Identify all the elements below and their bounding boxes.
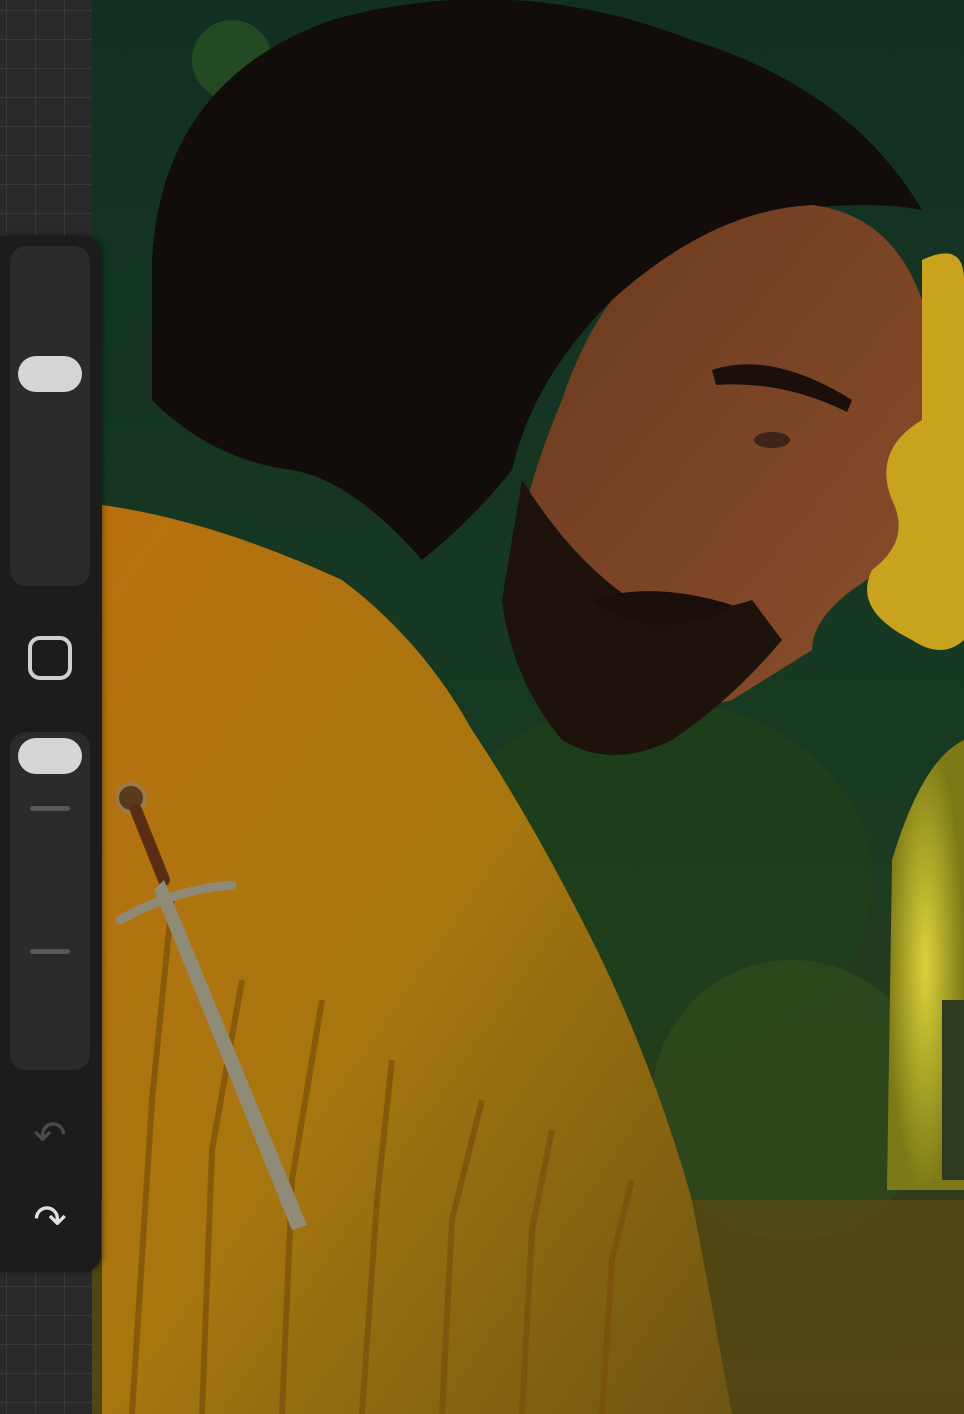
undo-button[interactable]: ↶ (22, 1112, 78, 1160)
redo-button[interactable]: ↷ (22, 1196, 78, 1244)
opacity-slider-thumb[interactable] (18, 738, 82, 774)
modify-button[interactable]: square-outline-icon (28, 636, 72, 680)
artwork-canvas[interactable] (92, 0, 964, 1414)
undo-icon: ↶ (33, 1114, 67, 1158)
square-outline-icon: square-outline-icon (32, 640, 33, 641)
tool-sidebar: square-outline-icon ↶ ↷ (0, 236, 101, 1272)
brush-size-slider-thumb[interactable] (18, 356, 82, 392)
opacity-slider[interactable] (10, 732, 90, 1070)
artwork-illustration (92, 0, 964, 1414)
opacity-slider-tick (30, 949, 70, 954)
redo-icon: ↷ (33, 1198, 67, 1242)
opacity-slider-tick (30, 806, 70, 811)
drawing-app: square-outline-icon ↶ ↷ (0, 0, 964, 1414)
brush-size-slider[interactable] (10, 246, 90, 586)
